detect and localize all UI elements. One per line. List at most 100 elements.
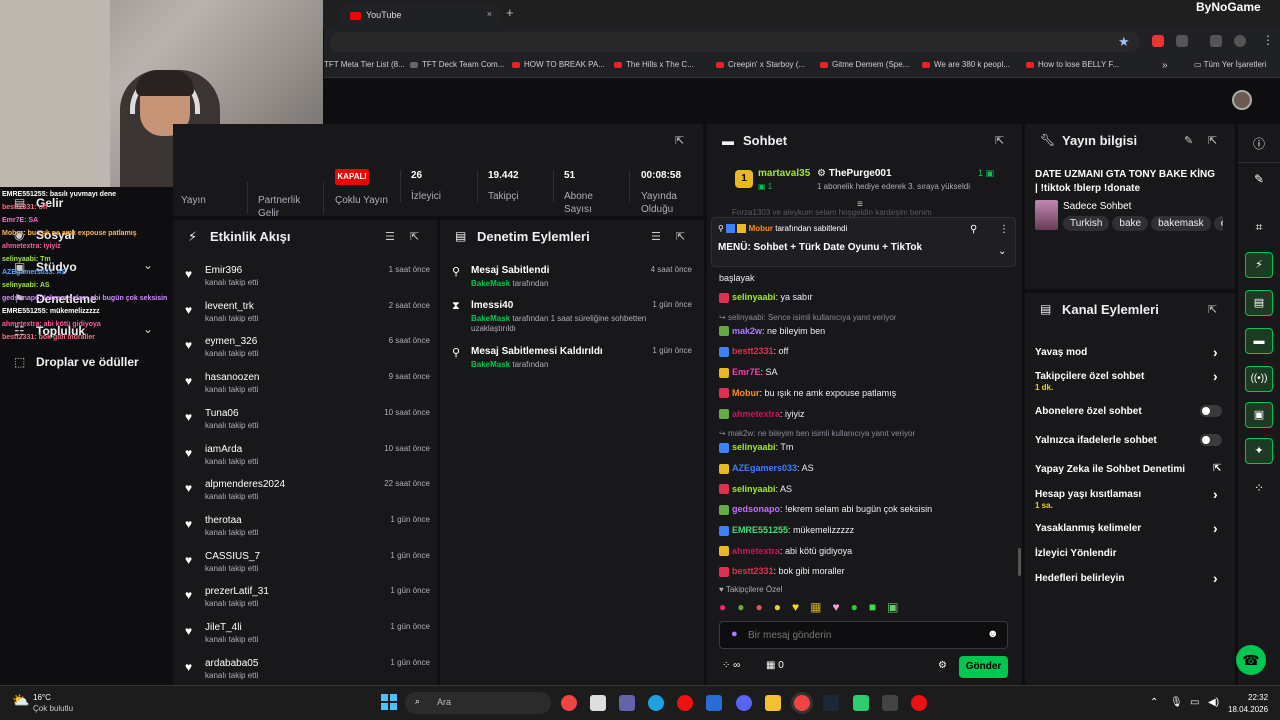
folder-icon[interactable] bbox=[765, 695, 781, 711]
activity-user[interactable]: therotaa bbox=[205, 515, 242, 526]
channel-points[interactable]: ▦ 0 bbox=[766, 660, 784, 671]
activity-user[interactable]: ardababa05 bbox=[205, 658, 258, 669]
filter-icon[interactable]: ☰ bbox=[651, 230, 661, 243]
chat-username[interactable]: selinyaabi bbox=[732, 484, 776, 494]
chat-username[interactable]: AZEgamers033 bbox=[732, 463, 797, 473]
extension-icon[interactable] bbox=[1152, 35, 1164, 47]
volume-icon[interactable]: ◀) bbox=[1208, 697, 1219, 708]
microphone-icon[interactable]: 🎙︎ bbox=[1170, 697, 1183, 708]
address-bar[interactable] bbox=[330, 32, 1140, 52]
activity-row[interactable]: ♥ therotaa kanalı takip etti 1 gün önce bbox=[185, 515, 430, 551]
chevron-down-icon[interactable]: ⌄ bbox=[143, 258, 153, 272]
kebab-menu-icon[interactable]: ⋮ bbox=[1262, 33, 1274, 47]
connection-icon[interactable]: ⁘ ∞ bbox=[722, 660, 740, 671]
activity-user[interactable]: Emir396 bbox=[205, 265, 242, 276]
chat-message[interactable]: bestt2331: bok gibi moraller bbox=[719, 566, 1009, 578]
taskbar-search[interactable]: ⌕ Ara bbox=[405, 692, 551, 714]
activity-row[interactable]: ♥ alpmenderes2024 kanalı takip etti 22 saat… bbox=[185, 479, 430, 515]
popout-icon[interactable]: ⇱ bbox=[1208, 303, 1217, 316]
chat-username[interactable]: bestt2331 bbox=[732, 346, 774, 356]
actor-link[interactable]: BakeMask bbox=[471, 279, 510, 288]
emote-icon[interactable]: ♥ bbox=[832, 600, 850, 614]
chat-message[interactable]: ahmetextra: iyiyiz bbox=[719, 409, 1009, 420]
chat-username[interactable]: ahmetextra bbox=[732, 409, 780, 419]
activity-user[interactable]: prezerLatif_31 bbox=[205, 586, 269, 597]
popout-icon[interactable]: ⇱ bbox=[675, 134, 684, 147]
chat-message[interactable]: selinyaabi: AS bbox=[719, 484, 1009, 495]
chat-message-input[interactable] bbox=[748, 627, 968, 643]
activity-user[interactable]: hasanoozen bbox=[205, 372, 260, 383]
tab-close-icon[interactable]: × bbox=[487, 9, 492, 19]
chat-message[interactable]: Emr7E: SA bbox=[719, 367, 1009, 378]
edit-icon[interactable]: ✎ bbox=[1184, 134, 1193, 147]
bookmark-item[interactable]: We are 380 k peopl... bbox=[922, 60, 1010, 69]
emote-icon[interactable]: ▣ bbox=[887, 600, 909, 614]
emote-icon[interactable]: ● bbox=[756, 600, 774, 614]
avatar[interactable] bbox=[1232, 90, 1252, 110]
channel-action-row[interactable]: Yavaş mod › bbox=[1035, 344, 1225, 370]
puzzle-icon[interactable] bbox=[1176, 35, 1188, 47]
emote-icon[interactable]: ● bbox=[737, 600, 755, 614]
filter-icon[interactable]: ☰ bbox=[385, 230, 395, 243]
tag[interactable]: Turkish bbox=[1063, 216, 1110, 231]
bookmark-item[interactable]: How to lose BELLY F... bbox=[1026, 60, 1119, 69]
connections-icon[interactable]: ⁘ bbox=[1252, 481, 1266, 495]
terminal-icon[interactable] bbox=[882, 695, 898, 711]
info-icon[interactable]: ⓘ bbox=[1252, 135, 1266, 151]
activity-row[interactable]: ♥ leveent_trk kanalı takip etti 2 saat önce bbox=[185, 301, 430, 337]
chat-username[interactable]: bestt2331 bbox=[732, 566, 774, 576]
gift-user[interactable]: ⚙ ThePurge001 bbox=[817, 168, 892, 179]
activity-row[interactable]: ♥ eymen_326 kanalı takip etti 6 saat önce bbox=[185, 336, 430, 372]
reply-reference[interactable]: ↪ selinyaabi: Sence isimli kullanıcıya y… bbox=[719, 313, 896, 322]
moderation-row[interactable]: ⚲ Mesaj Sabitlemesi Kaldırıldı 1 gün önc… bbox=[452, 346, 692, 376]
teams-icon[interactable] bbox=[619, 695, 635, 711]
actor-link[interactable]: BakeMask bbox=[471, 360, 510, 369]
bookmarks-more-button[interactable]: » bbox=[1162, 60, 1168, 71]
bookmark-item[interactable]: TFT Meta Tier List (8... bbox=[324, 60, 405, 69]
send-button[interactable]: Gönder bbox=[959, 656, 1008, 678]
chat-username[interactable]: Emr7E bbox=[732, 367, 761, 377]
channel-action-row[interactable]: İzleyici Yönlendir bbox=[1035, 547, 1225, 571]
activity-row[interactable]: ♥ iamArda kanalı takip etti 10 saat önce bbox=[185, 444, 430, 480]
channel-action-row[interactable]: Yasaklanmış kelimeler › bbox=[1035, 520, 1225, 546]
chat-message[interactable]: Mobur: bu ışık ne amk expouse patlamış bbox=[719, 388, 1009, 399]
bookmark-item[interactable]: Gitme Demem (Spe... bbox=[820, 60, 909, 69]
emote-icon[interactable]: ■ bbox=[869, 600, 887, 614]
category-thumbnail[interactable] bbox=[1035, 200, 1058, 230]
profile-icon[interactable] bbox=[1234, 35, 1246, 47]
activity-row[interactable]: ♥ hasanoozen kanalı takip etti 9 saat önce bbox=[185, 372, 430, 408]
bookmark-item[interactable]: HOW TO BREAK PA... bbox=[512, 60, 605, 69]
emote-icon[interactable]: ● bbox=[719, 600, 737, 614]
activity-user[interactable]: iamArda bbox=[205, 444, 242, 455]
chat-username[interactable]: Mobur bbox=[732, 388, 760, 398]
bookmark-item[interactable]: TFT Deck Team Com... bbox=[410, 60, 504, 69]
toggle-switch[interactable] bbox=[1200, 434, 1222, 446]
tag[interactable]: bakemask bbox=[1151, 216, 1211, 231]
chat-username[interactable]: selinyaabi bbox=[732, 292, 776, 302]
tag[interactable]: en bbox=[1213, 216, 1223, 231]
popout-icon[interactable]: ⇱ bbox=[1208, 134, 1217, 147]
chat-message[interactable]: mak2w: ne bileyim ben bbox=[719, 326, 1009, 337]
moderation-row[interactable]: ⚲ Mesaj Sabitlendi 4 saat önce BakeMask … bbox=[452, 265, 692, 295]
weather-icon[interactable]: ⛅ bbox=[12, 692, 29, 709]
discord-icon[interactable] bbox=[736, 695, 752, 711]
moderation-row[interactable]: ⧗ lmessi40 1 gün önce BakeMask tarafında… bbox=[452, 300, 692, 340]
chat-scrollbar[interactable] bbox=[1018, 548, 1021, 576]
wrench-icon[interactable]: ✦ bbox=[1245, 438, 1273, 464]
chat-message[interactable]: selinyaabi: ya sabır bbox=[719, 292, 1009, 303]
toggle-switch[interactable] bbox=[1200, 405, 1222, 417]
popout-icon[interactable]: ⇱ bbox=[995, 134, 1004, 147]
lightning-icon[interactable]: ⚡ bbox=[1245, 252, 1273, 278]
top-gifter-name[interactable]: martaval35 bbox=[758, 168, 810, 179]
emoji-icon[interactable]: ☻ bbox=[987, 628, 999, 640]
chevron-up-icon[interactable]: ⌃ bbox=[1150, 697, 1158, 708]
edge-icon[interactable] bbox=[648, 695, 664, 711]
chat-message[interactable]: ahmetextra: abi kötü gidiyoya bbox=[719, 546, 1009, 557]
kebab-menu-icon[interactable]: ⋮ bbox=[999, 224, 1009, 235]
steam-icon[interactable] bbox=[823, 695, 839, 711]
chat-username[interactable]: gedsonapo bbox=[732, 504, 780, 514]
chevron-down-icon[interactable]: ⌄ bbox=[143, 322, 153, 336]
new-tab-button[interactable]: + bbox=[506, 5, 514, 20]
channel-action-row[interactable]: Hedefleri belirleyin › bbox=[1035, 570, 1225, 596]
stream-category[interactable]: Sadece Sohbet bbox=[1063, 201, 1131, 212]
